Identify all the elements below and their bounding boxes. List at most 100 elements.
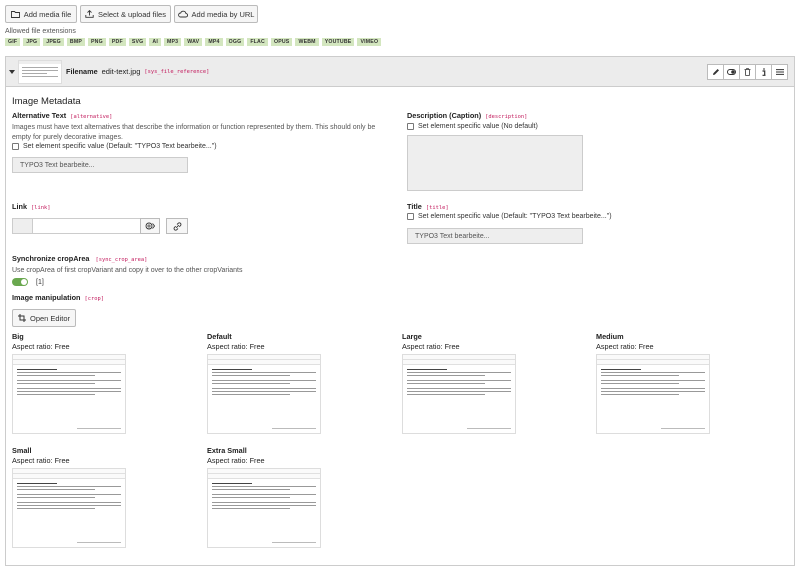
alt-text-input[interactable]: TYPO3 Text bearbeite...: [12, 157, 188, 173]
description-label: Description (Caption): [407, 111, 482, 120]
crop-variant-ratio: Aspect ratio: Free: [12, 456, 70, 465]
sync-help: Use cropArea of first cropVariant and co…: [12, 267, 243, 274]
extension-list: GIF JPG JPEG BMP PNG PDF SVG AI MP3 WAV MP4 OGG FLAC…: [5, 38, 382, 46]
file-thumbnail: [18, 60, 62, 84]
alt-text-checkbox-label: Set element specific value (Default: "TY…: [23, 143, 217, 150]
crop-heading: Image manipulation [crop]: [12, 293, 104, 302]
select-upload-button[interactable]: Select & upload files: [80, 5, 171, 23]
crop-variant-ratio: Aspect ratio: Free: [596, 342, 654, 351]
link-prefix: [13, 219, 33, 233]
crop-variant-ratio: Aspect ratio: Free: [207, 342, 265, 351]
crop-variant-name: Large: [402, 332, 422, 341]
filename-label: Filename: [66, 67, 98, 76]
alt-text-tag: [alternative]: [70, 114, 113, 120]
cloud-icon: [177, 10, 188, 18]
description-textarea[interactable]: [407, 135, 583, 191]
extension-badge: JPG: [23, 38, 41, 46]
title-input[interactable]: TYPO3 Text bearbeite...: [407, 228, 583, 244]
allowed-extensions-label: Allowed file extensions: [5, 28, 76, 35]
title-override[interactable]: Set element specific value (Default: "TY…: [407, 213, 612, 220]
crop-preview-image[interactable]: [596, 354, 710, 434]
link-heading: Link [link]: [12, 202, 50, 211]
info-button[interactable]: [755, 64, 772, 80]
pencil-icon: [712, 69, 719, 75]
description-override[interactable]: Set element specific value (No default): [407, 123, 538, 130]
open-editor-button[interactable]: Open Editor: [12, 309, 76, 327]
description-checkbox-label: Set element specific value (No default): [418, 123, 538, 130]
alt-text-heading: Alternative Text [alternative]: [12, 111, 112, 120]
description-tag: [description]: [485, 114, 528, 120]
extension-badge: MP3: [164, 38, 182, 46]
alt-text-override[interactable]: Set element specific value (Default: "TY…: [12, 143, 217, 150]
crop-label: Image manipulation: [12, 293, 81, 302]
folder-icon: [10, 11, 20, 18]
extension-badge: YOUTUBE: [321, 38, 355, 46]
file-reference-panel: Filename edit-text.jpg [sys_file_referen…: [5, 56, 795, 566]
crop-preview-image[interactable]: [12, 468, 126, 548]
extension-badge: PNG: [88, 38, 106, 46]
title-label: Title: [407, 202, 422, 211]
chevron-down-icon[interactable]: [9, 70, 15, 75]
edit-button[interactable]: [707, 64, 724, 80]
upload-icon: [85, 10, 94, 18]
extension-badge: WAV: [184, 38, 203, 46]
crop-variant-ratio: Aspect ratio: Free: [12, 342, 70, 351]
link-label: Link: [12, 202, 27, 211]
drag-handle[interactable]: [771, 64, 788, 80]
alt-text-checkbox[interactable]: [12, 143, 19, 150]
panel-header[interactable]: Filename edit-text.jpg [sys_file_referen…: [6, 57, 794, 87]
extension-badge: OGG: [225, 38, 245, 46]
link-browser-button[interactable]: [140, 218, 160, 234]
crop-preview-image[interactable]: [402, 354, 516, 434]
hide-button[interactable]: [723, 64, 740, 80]
extension-badge: SVG: [128, 38, 147, 46]
extension-badge: OPUS: [270, 38, 293, 46]
open-editor-label: Open Editor: [29, 313, 71, 323]
chain-icon: [173, 221, 181, 231]
table-tag: [sys_file_reference]: [144, 68, 210, 75]
extension-badge: VIMEO: [357, 38, 382, 46]
title-checkbox[interactable]: [407, 213, 414, 220]
alt-text-help: Images must have text alternatives that …: [12, 124, 376, 141]
description-checkbox[interactable]: [407, 123, 414, 130]
title-checkbox-label: Set element specific value (Default: "TY…: [418, 213, 612, 220]
sync-toggle[interactable]: [12, 278, 28, 286]
add-media-file-button[interactable]: Add media file: [5, 5, 77, 23]
crop-variant-name: Medium: [596, 332, 624, 341]
extension-badge: BMP: [66, 38, 86, 46]
link-browse-icon: [145, 222, 155, 230]
crop-variant-ratio: Aspect ratio: Free: [402, 342, 460, 351]
sync-label: Synchronize cropArea: [12, 254, 90, 263]
metadata-heading: Image Metadata: [12, 96, 81, 107]
link-tag: [link]: [31, 205, 51, 211]
crop-icon: [17, 314, 26, 322]
crop-variant-name: Default: [207, 332, 232, 341]
sync-value: [1]: [36, 278, 44, 286]
extension-badge: AI: [149, 38, 161, 46]
crop-variant-name: Big: [12, 332, 24, 341]
crop-preview-image[interactable]: [12, 354, 126, 434]
link-chain-button[interactable]: [166, 218, 188, 234]
link-input[interactable]: [12, 218, 159, 234]
extension-badge: JPEG: [43, 38, 64, 46]
add-media-url-label: Add media by URL: [191, 9, 255, 19]
title-tag: [title]: [425, 205, 449, 211]
extension-badge: PDF: [108, 38, 126, 46]
crop-variant-ratio: Aspect ratio: Free: [207, 456, 265, 465]
extension-badge: FLAC: [247, 38, 268, 46]
add-media-url-button[interactable]: Add media by URL: [174, 5, 258, 23]
extension-badge: WEBM: [295, 38, 319, 46]
header-actions: [707, 64, 788, 80]
title-heading: Title [title]: [407, 202, 449, 211]
add-media-file-label: Add media file: [23, 9, 72, 19]
toggle-icon: [727, 69, 736, 75]
sync-heading: Synchronize cropArea [sync_crop_area]: [12, 254, 147, 263]
delete-button[interactable]: [739, 64, 756, 80]
crop-preview-image[interactable]: [207, 354, 321, 434]
sync-toggle-row: [1]: [12, 278, 44, 286]
file-title: Filename edit-text.jpg [sys_file_referen…: [66, 67, 209, 76]
alt-text-label: Alternative Text: [12, 111, 67, 120]
crop-preview-image[interactable]: [207, 468, 321, 548]
extension-badge: GIF: [5, 38, 21, 46]
sync-tag: [sync_crop_area]: [95, 257, 148, 263]
